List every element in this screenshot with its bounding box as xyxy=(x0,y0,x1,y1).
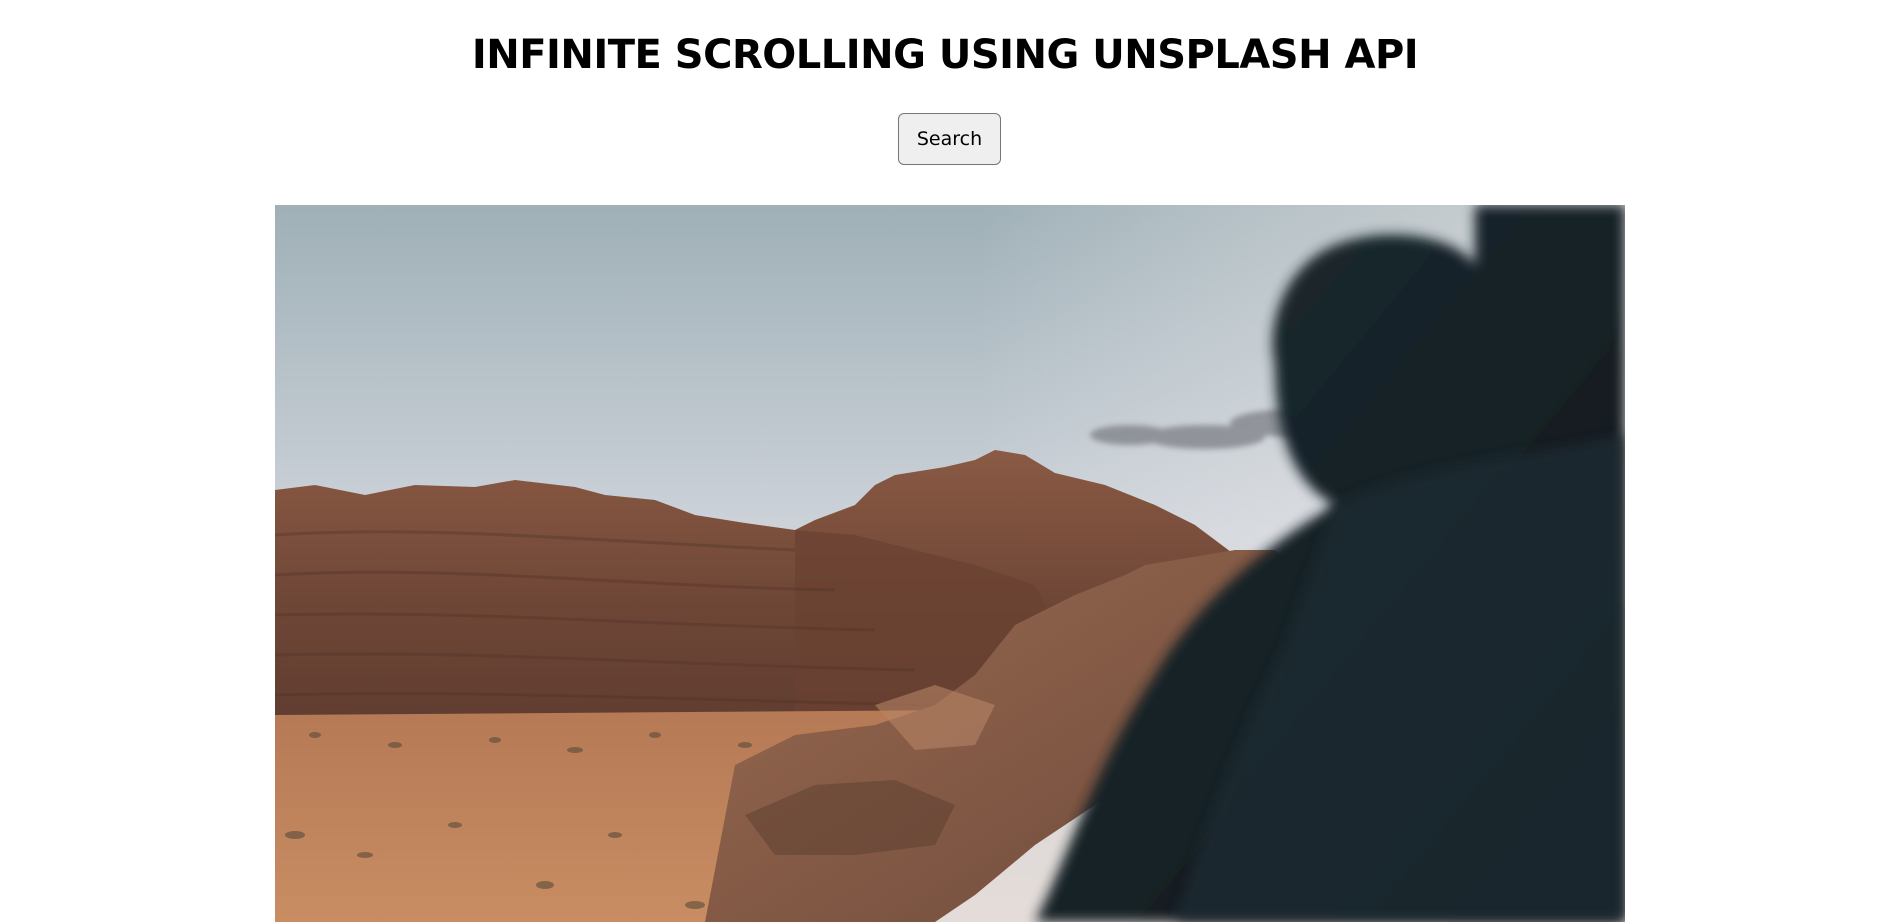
page: INFINITE SCROLLING USING UNSPLASH API Se… xyxy=(0,0,1890,922)
search-button[interactable]: Search xyxy=(898,113,1001,165)
page-title: INFINITE SCROLLING USING UNSPLASH API xyxy=(471,32,1419,78)
gallery-image[interactable] xyxy=(275,205,1625,922)
